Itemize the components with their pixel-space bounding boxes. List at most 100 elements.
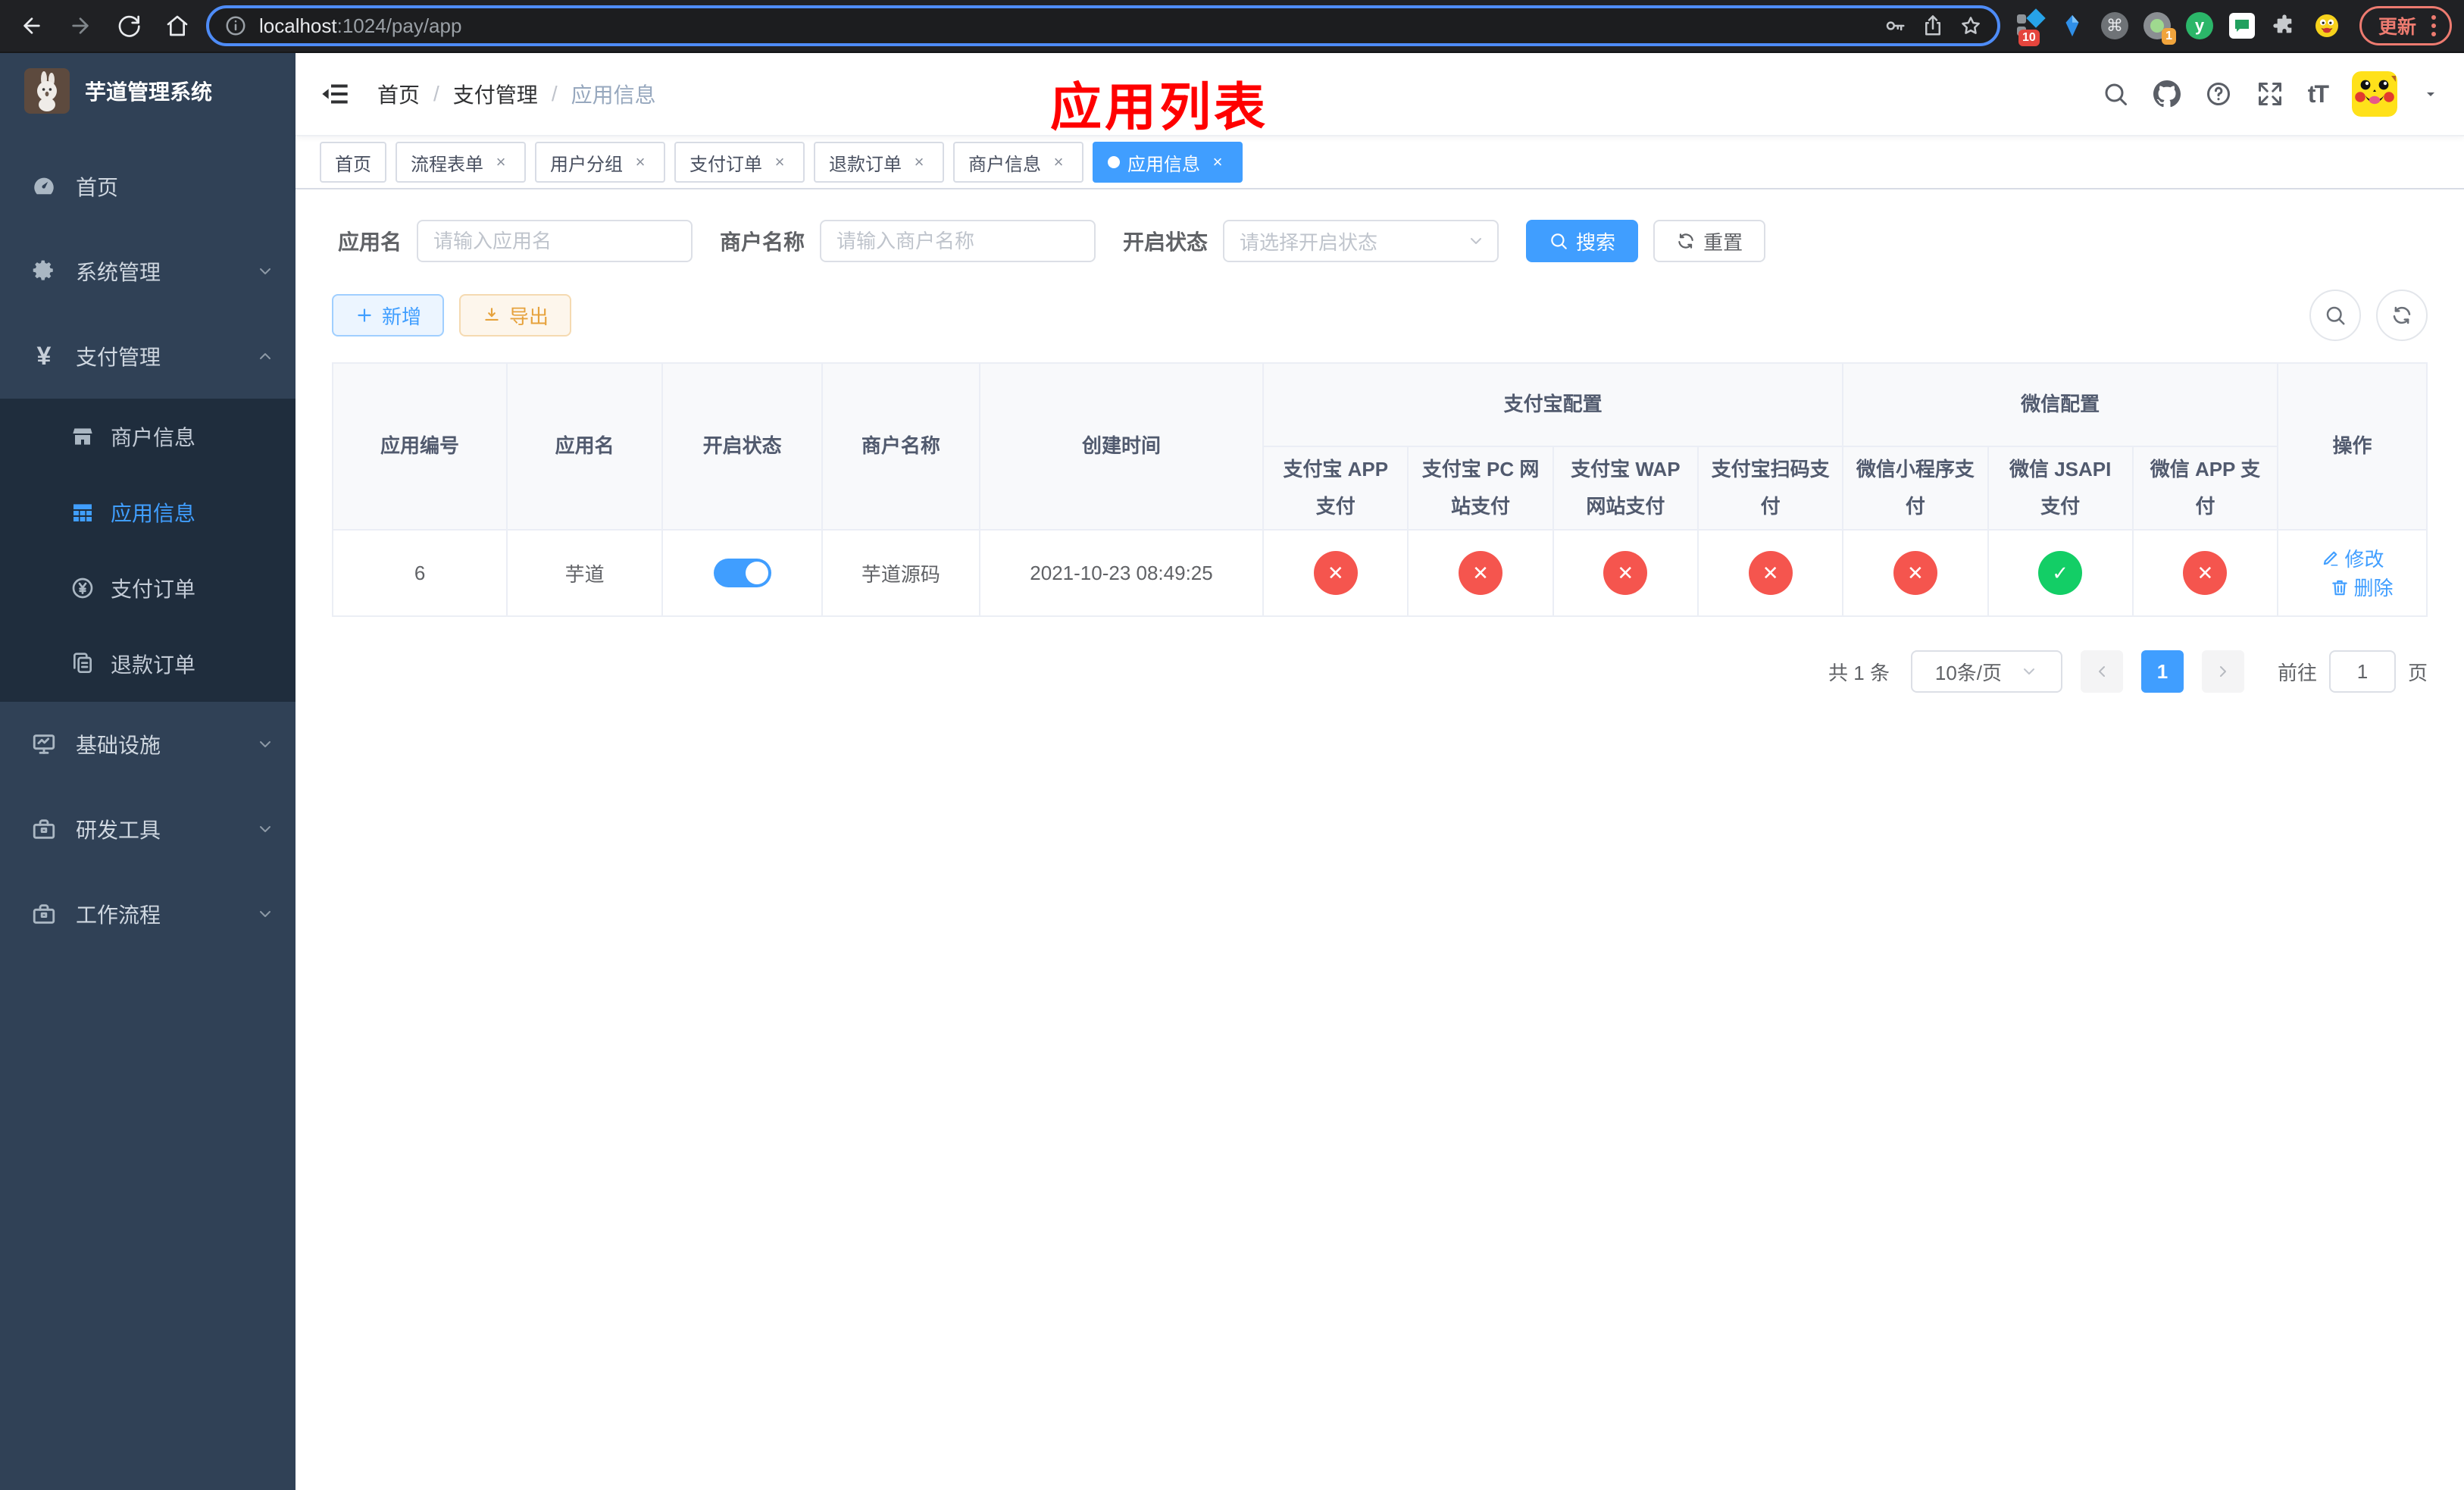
home-icon (167, 15, 188, 36)
avatar-caret-down-icon[interactable] (2422, 85, 2440, 103)
close-icon[interactable]: × (630, 152, 650, 172)
col-merchant: 商户名称 (821, 362, 980, 531)
yuque-extension-icon[interactable]: y (2185, 11, 2214, 40)
logo-row[interactable]: 芋道管理系统 (0, 53, 295, 129)
sidebar-menu: 首页 系统管理 ¥ 支付管理 商户信息 应用信息 支付订单 退款订单 基础设施 … (0, 129, 295, 956)
password-key-icon[interactable] (1884, 14, 1906, 37)
breadcrumb-home[interactable]: 首页 (377, 79, 420, 109)
collector-extension-icon[interactable]: 10 (2015, 8, 2046, 46)
documents-icon (70, 652, 95, 676)
page-1-button[interactable]: 1 (2140, 650, 2184, 693)
header-search-icon[interactable] (2102, 80, 2129, 108)
share-icon[interactable] (1921, 14, 1944, 37)
puzzle-extensions-menu-icon[interactable] (2270, 11, 2299, 40)
table-toolbar: 新增 导出 (332, 290, 2428, 341)
browser-back-button[interactable] (12, 6, 52, 45)
prev-page-button[interactable] (2080, 650, 2123, 693)
export-button[interactable]: 导出 (459, 294, 572, 337)
bookmark-star-icon[interactable] (1959, 14, 1982, 37)
help-icon[interactable] (2205, 80, 2232, 108)
sidebar-item-merchant-info[interactable]: 商户信息 (0, 399, 295, 474)
breadcrumb-current: 应用信息 (571, 83, 656, 107)
sidebar-item-refund-order[interactable]: 退款订单 (0, 626, 295, 702)
tag-tab-user-group[interactable]: 用户分组 × (535, 142, 665, 183)
sidebar-fold-icon[interactable] (320, 77, 353, 111)
alipay-qr-status-icon: ✕ (1748, 551, 1793, 595)
status-select[interactable]: 请选择开启状态 (1223, 220, 1499, 262)
add-button[interactable]: 新增 (332, 294, 445, 337)
close-icon[interactable]: × (1049, 152, 1068, 172)
chat-extension-icon[interactable] (2228, 11, 2256, 40)
fullscreen-icon[interactable] (2256, 80, 2284, 108)
grid-table-icon (70, 500, 95, 524)
col-wechat-mini: 微信小程序支付 (1842, 446, 1989, 531)
browser-home-button[interactable] (158, 6, 197, 45)
close-icon[interactable]: × (1208, 152, 1227, 172)
sidebar-item-infrastructure[interactable]: 基础设施 (0, 702, 295, 787)
emoji-extension-icon[interactable] (2312, 11, 2341, 40)
refresh-icon (2393, 306, 2411, 324)
chrome-update-button[interactable]: 更新 (2359, 6, 2452, 45)
github-icon[interactable] (2153, 80, 2181, 108)
sidebar-item-dev-tools[interactable]: 研发工具 (0, 787, 295, 872)
cell-app-id: 6 (331, 529, 508, 617)
close-icon[interactable]: × (770, 152, 790, 172)
browser-reload-button[interactable] (109, 6, 149, 45)
browser-toolbar: localhost:1024/pay/app 10 ⌘ 1 y 更新 (0, 0, 2464, 53)
reset-button[interactable]: 重置 (1653, 220, 1766, 262)
breadcrumb: 首页 / 支付管理 / 应用信息 (377, 79, 656, 109)
refresh-table-button[interactable] (2376, 290, 2428, 341)
tag-tab-refund-order[interactable]: 退款订单 × (814, 142, 944, 183)
tag-tab-app-info[interactable]: 应用信息 × (1093, 142, 1243, 183)
enabled-switch[interactable] (713, 559, 771, 587)
sidebar-item-payment[interactable]: ¥ 支付管理 (0, 314, 295, 399)
breadcrumb-payment[interactable]: 支付管理 (453, 79, 538, 109)
page-content: 应用名 商户名称 开启状态 请选择开启状态 搜索 重置 (295, 189, 2464, 1490)
address-bar[interactable]: localhost:1024/pay/app (206, 5, 2000, 46)
search-button[interactable]: 搜索 (1526, 220, 1639, 262)
balloon-extension-icon[interactable] (2058, 11, 2087, 40)
col-app-id: 应用编号 (331, 362, 508, 531)
yen-circle-icon (70, 576, 95, 600)
delete-link[interactable]: 删除 (2330, 573, 2394, 601)
app-title: 芋道管理系统 (85, 80, 213, 104)
merchant-name-label: 商户名称 (720, 230, 805, 254)
col-app-name: 应用名 (506, 362, 664, 531)
tag-tab-home[interactable]: 首页 (320, 142, 386, 183)
proxy-extension-icon[interactable]: 1 (2143, 11, 2176, 45)
tag-tab-pay-order[interactable]: 支付订单 × (674, 142, 805, 183)
browser-menu-icon[interactable] (2431, 15, 2436, 36)
extension-badge: 10 (2018, 30, 2040, 46)
sidebar-item-workflow[interactable]: 工作流程 (0, 872, 295, 956)
sidebar-item-system[interactable]: 系统管理 (0, 229, 295, 314)
font-size-icon[interactable]: tT (2308, 80, 2329, 108)
merchant-name-input[interactable] (820, 220, 1096, 262)
reload-icon (118, 15, 140, 37)
sidebar-item-app-info[interactable]: 应用信息 (0, 474, 295, 550)
status-label: 开启状态 (1123, 230, 1209, 254)
screen: localhost:1024/pay/app 10 ⌘ 1 y 更新 芋道管理系… (0, 0, 2464, 1490)
user-avatar[interactable] (2352, 71, 2397, 117)
group-alipay-config: 支付宝配置 (1262, 362, 1844, 447)
edit-link[interactable]: 修改 (2321, 544, 2384, 572)
site-info-icon[interactable] (224, 14, 247, 37)
close-icon[interactable]: × (909, 152, 929, 172)
goto-page-input[interactable] (2328, 650, 2396, 693)
app-name-label: 应用名 (338, 230, 402, 254)
sidebar-item-home[interactable]: 首页 (0, 144, 295, 229)
close-icon[interactable]: × (491, 152, 511, 172)
chevron-up-icon (256, 347, 274, 365)
tag-tab-process-form[interactable]: 流程表单 × (396, 142, 526, 183)
next-page-button[interactable] (2201, 650, 2244, 693)
show-search-toggle-button[interactable] (2309, 290, 2361, 341)
plus-icon (358, 308, 371, 322)
url-text[interactable]: localhost:1024/pay/app (259, 14, 1871, 38)
wechat-app-status-icon: ✕ (2183, 551, 2228, 595)
payment-submenu: 商户信息 应用信息 支付订单 退款订单 (0, 399, 295, 702)
browser-forward-button[interactable] (61, 6, 100, 45)
sidebar-item-pay-order[interactable]: 支付订单 (0, 550, 295, 626)
app-name-input[interactable] (417, 220, 693, 262)
command-extension-icon[interactable]: ⌘ (2100, 11, 2129, 40)
tag-tab-merchant-info[interactable]: 商户信息 × (953, 142, 1083, 183)
page-size-select[interactable]: 10条/页 (1910, 650, 2062, 693)
